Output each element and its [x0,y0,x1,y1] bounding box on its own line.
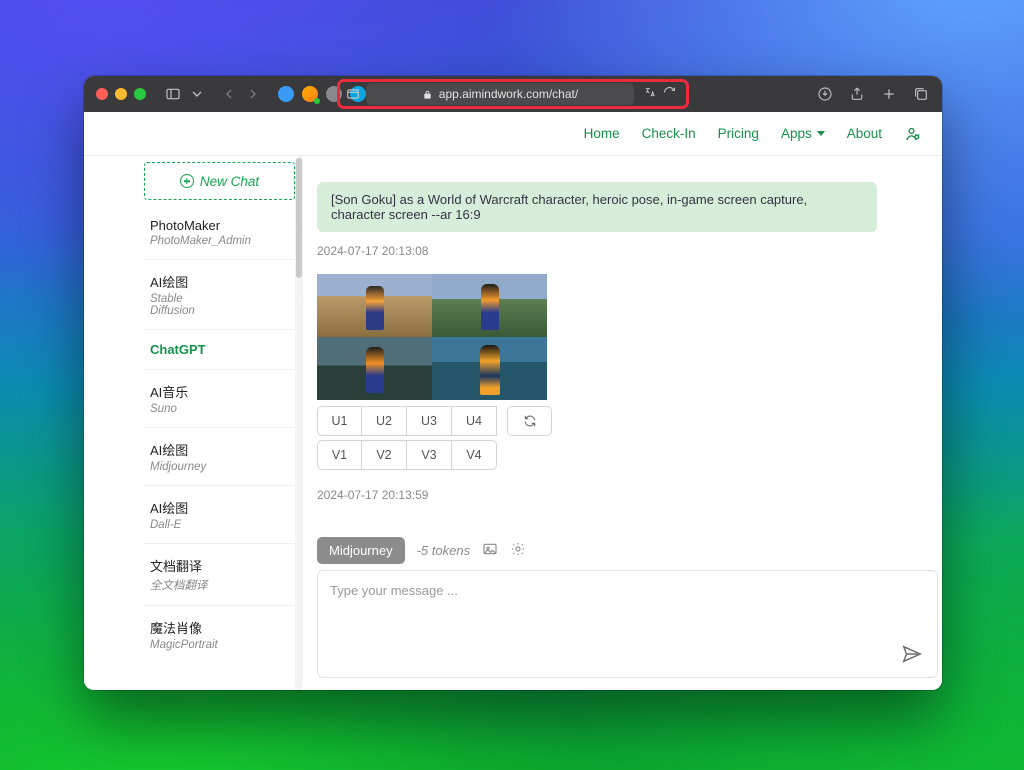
sidebar-item-title: AI绘图 [150,272,291,291]
sidebar-item-title: ChatGPT [150,342,291,357]
nav-pricing[interactable]: Pricing [718,126,759,141]
v1-button[interactable]: V1 [317,440,362,470]
v4-button[interactable]: V4 [452,440,497,470]
new-chat-label: New Chat [200,174,259,189]
v3-button[interactable]: V3 [407,440,452,470]
reload-icon[interactable] [663,86,676,102]
share-icon[interactable] [848,85,866,103]
close-window-button[interactable] [96,88,108,100]
safari-window: app.aimindwork.com/chat/ Home Check-In P… [84,76,942,690]
sidebar-item-title: AI绘图 [150,440,291,459]
user-message-text: [Son Goku] as a World of Warcraft charac… [331,192,807,222]
message-input[interactable]: Type your message ... [317,570,938,678]
timestamp: 2024-07-17 20:13:08 [317,244,938,258]
u1-button[interactable]: U1 [317,406,362,436]
input-placeholder: Type your message ... [330,583,458,598]
plus-icon [180,174,194,188]
sidebar-item-subtitle: Stable Diffusion [150,293,291,317]
extension-icon-1[interactable] [278,86,294,102]
u3-button[interactable]: U3 [407,406,452,436]
image-variant-4[interactable] [432,337,547,400]
sidebar-item-title: AI音乐 [150,382,291,401]
user-message-bubble: [Son Goku] as a World of Warcraft charac… [317,182,877,232]
sidebar-item-title: PhotoMaker [150,218,291,233]
generated-image-grid[interactable] [317,274,547,400]
variation-buttons: V1 V2 V3 V4 [317,440,938,470]
nav-forward-icon[interactable] [244,85,262,103]
app-content: Home Check-In Pricing Apps About New Cha… [84,112,942,690]
top-nav: Home Check-In Pricing Apps About [84,112,942,156]
sidebar-item-doctranslate[interactable]: 文档翻译 全文档翻译 [144,544,295,606]
token-cost: -5 tokens [417,543,470,558]
browser-toolbar: app.aimindwork.com/chat/ [84,76,942,112]
image-variant-1[interactable] [317,274,432,337]
chevron-down-icon [817,131,825,136]
tab-overview-icon[interactable] [912,85,930,103]
sidebar-item-midjourney[interactable]: AI绘图 Midjourney [144,428,295,486]
send-button[interactable] [901,643,923,665]
account-icon[interactable] [904,125,922,143]
reroll-button[interactable] [507,406,552,436]
settings-icon[interactable] [510,541,526,560]
new-chat-button[interactable]: New Chat [144,162,295,200]
left-gutter [84,156,144,690]
extension-icon-2[interactable] [302,86,318,102]
nav-checkin[interactable]: Check-In [642,126,696,141]
lock-icon [422,89,433,100]
nav-home[interactable]: Home [584,126,620,141]
sidebar-item-dalle[interactable]: AI绘图 Dall-E [144,486,295,544]
image-variant-3[interactable] [317,337,432,400]
sidebar-item-title: 文档翻译 [150,556,291,575]
sidebar-item-subtitle: MagicPortrait [150,639,291,651]
window-controls [96,88,146,100]
downloads-icon[interactable] [816,85,834,103]
model-chip[interactable]: Midjourney [317,537,405,564]
new-tab-icon[interactable] [880,85,898,103]
v2-button[interactable]: V2 [362,440,407,470]
nav-about[interactable]: About [847,126,882,141]
minimize-window-button[interactable] [115,88,127,100]
sidebar-scrollbar[interactable] [295,156,303,690]
address-bar-highlight: app.aimindwork.com/chat/ [337,79,689,109]
chat-main: [Son Goku] as a World of Warcraft charac… [299,156,942,690]
macos-desktop: app.aimindwork.com/chat/ Home Check-In P… [0,0,1024,770]
url-text: app.aimindwork.com/chat/ [439,87,578,101]
paper-plane-icon [901,643,923,665]
translate-icon[interactable] [644,86,657,102]
image-variant-2[interactable] [432,274,547,337]
u2-button[interactable]: U2 [362,406,407,436]
website-settings-icon[interactable] [340,87,366,101]
sidebar-item-subtitle: Dall-E [150,519,291,531]
sidebar-item-stable-diffusion[interactable]: AI绘图 Stable Diffusion [144,260,295,330]
zoom-window-button[interactable] [134,88,146,100]
refresh-icon [523,414,537,428]
address-bar[interactable]: app.aimindwork.com/chat/ [366,83,634,105]
sidebar-item-photomaker[interactable]: PhotoMaker PhotoMaker_Admin [144,206,295,260]
sidebar-item-subtitle: 全文档翻译 [150,577,291,593]
timestamp: 2024-07-17 20:13:59 [317,488,938,502]
chevron-down-icon[interactable] [188,85,206,103]
sidebar-item-title: 魔法肖像 [150,618,291,637]
u4-button[interactable]: U4 [452,406,497,436]
sidebar-item-subtitle: Suno [150,403,291,415]
sidebar-item-chatgpt[interactable]: ChatGPT [144,330,295,370]
sidebar-item-suno[interactable]: AI音乐 Suno [144,370,295,428]
nav-apps[interactable]: Apps [781,126,825,141]
sidebar-item-title: AI绘图 [150,498,291,517]
sidebar-toggle-icon[interactable] [164,85,182,103]
sidebar-item-magicportrait[interactable]: 魔法肖像 MagicPortrait [144,606,295,663]
sidebar-item-subtitle: Midjourney [150,461,291,473]
nav-back-icon[interactable] [220,85,238,103]
upscale-buttons: U1 U2 U3 U4 [317,406,938,436]
chat-sidebar: New Chat PhotoMaker PhotoMaker_Admin AI绘… [144,156,299,690]
image-attach-icon[interactable] [482,541,498,560]
sidebar-item-subtitle: PhotoMaker_Admin [150,235,291,247]
composer: Midjourney -5 tokens Type your message .… [317,529,938,690]
